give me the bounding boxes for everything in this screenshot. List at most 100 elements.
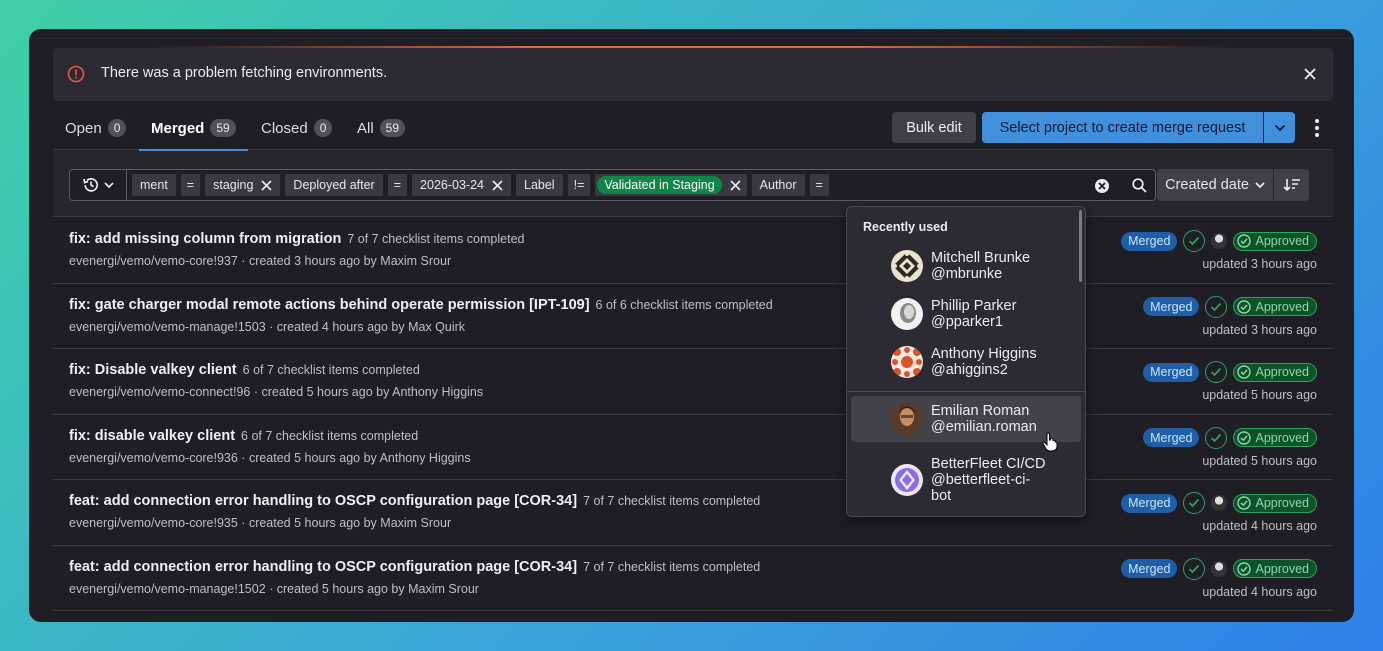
author-name: Phillip Parker [931,298,1017,314]
merge-request-status: Merged Approved [1143,295,1317,318]
close-icon[interactable] [261,179,272,191]
tab-label: Closed [261,119,308,137]
assignee-avatar[interactable] [1211,560,1228,577]
pipeline-passed-icon[interactable] [1183,230,1206,252]
close-icon[interactable] [1303,67,1317,81]
dropdown-divider [847,391,1085,392]
filter-bar: ment = staging Deployed after = 2026-03-… [53,151,1333,217]
token-environment-key[interactable]: ment [132,174,176,196]
chevron-down-icon [104,181,114,188]
checklist-status: 7 of 7 checklist items completed [583,494,761,508]
merge-request-title-line: feat: add connection error handling to O… [69,493,760,509]
check-circle-icon [1237,299,1252,314]
merge-request-row: feat: add connection error handling to O… [53,480,1333,546]
author-option-text: BetterFleet CI/CD @betterfleet-ci- bot [931,456,1045,504]
author-handle-cont: bot [931,488,952,504]
merged-badge: Merged [1143,297,1200,316]
merge-request-status: Merged Approved [1121,492,1317,514]
approved-label: Approved [1255,496,1309,510]
merge-request-status: Merged Approved [1121,230,1317,252]
merge-request-meta: evenergi/vemo/vemo-manage!1503 · created… [69,319,466,334]
pipeline-passed-icon[interactable] [1205,295,1228,318]
merge-request-status: Merged Approved [1143,426,1317,449]
close-icon[interactable] [492,179,503,191]
assignee-avatar[interactable] [1211,233,1228,249]
author-option[interactable]: Mitchell Brunke @mbrunke [851,243,1081,289]
merge-request-title[interactable]: fix: gate charger modal remote actions b… [69,297,590,313]
sort-by-dropdown[interactable]: Created date [1157,169,1273,201]
author-option-text: Phillip Parker @pparker1 [931,298,1016,330]
author-option[interactable]: Phillip Parker @pparker1 [851,291,1081,337]
checklist-status: 6 of 7 checklist items completed [242,363,420,377]
checklist-status: 7 of 7 checklist items completed [583,559,761,574]
tab-count: 59 [210,119,236,137]
merged-badge: Merged [1121,493,1178,513]
user-avatar [891,250,923,282]
check-circle-icon [1237,496,1252,510]
author-handle: @pparker1 [931,314,1003,330]
merge-request-title[interactable]: fix: disable valkey client [69,428,235,444]
dropdown-header: Recently used [863,220,948,234]
merge-request-title[interactable]: fix: Disable valkey client [69,362,237,378]
token-label-key[interactable]: Label [516,174,563,196]
pipeline-passed-icon[interactable] [1205,426,1228,449]
token-deployed-after-key[interactable]: Deployed after [285,174,383,196]
pipeline-passed-icon[interactable] [1183,557,1206,580]
assignee-avatar[interactable] [1211,495,1228,511]
merge-request-title[interactable]: feat: add connection error handling to O… [69,559,577,575]
sort-descending-icon [1282,179,1300,192]
history-icon [83,178,99,192]
merge-request-meta: evenergi/vemo/vemo-connect!96 · created … [69,385,484,399]
token-operator: = [180,174,201,196]
updated-time: updated 5 hours ago [1202,388,1317,402]
alert-message: There was a problem fetching environment… [101,65,388,81]
author-handle: @betterfleet-ci- [931,472,1031,488]
merge-request-row: fix: disable valkey client 6 of 7 checkli… [53,415,1333,480]
author-option[interactable]: BetterFleet CI/CD @betterfleet-ci- bot [851,451,1081,509]
more-actions-button[interactable] [1307,116,1327,140]
sort-label: Created date [1165,177,1249,193]
author-handle: @mbrunke [931,266,1003,282]
clear-search-icon[interactable] [1094,178,1110,194]
tab-count: 0 [313,119,333,137]
sort-direction-button[interactable] [1274,169,1309,201]
check-circle-icon [1237,365,1252,379]
merged-badge: Merged [1121,231,1178,251]
user-avatar [891,403,923,435]
search-button[interactable] [1124,169,1156,201]
merge-request-status: Merged Approved [1143,361,1317,383]
tab-merged[interactable]: Merged 59 [139,106,248,151]
merge-request-status: Merged Approved [1121,557,1317,580]
updated-time: updated 3 hours ago [1202,322,1317,337]
tab-closed[interactable]: Closed 0 [249,106,344,150]
check-circle-icon [1237,561,1252,576]
updated-time: updated 4 hours ago [1202,584,1317,599]
create-options-toggle[interactable] [1264,112,1295,143]
recent-searches-button[interactable] [70,170,127,200]
merge-request-meta: evenergi/vemo/vemo-core!936 · created 5 … [69,450,471,465]
search-icon [1132,177,1147,193]
merge-request-row: feat: add connection error handling to O… [53,546,1333,611]
approved-badge: Approved [1233,493,1317,513]
pipeline-passed-icon[interactable] [1205,361,1228,383]
author-handle: @ahiggins2 [931,362,1008,378]
author-option[interactable]: Anthony Higgins @ahiggins2 [851,339,1081,385]
tab-open[interactable]: Open 0 [53,106,138,150]
tab-all[interactable]: All 59 [345,106,417,150]
close-icon[interactable] [730,179,741,191]
bulk-edit-button[interactable]: Bulk edit [892,112,976,143]
merge-request-title[interactable]: fix: add missing column from migration [69,231,341,247]
token-date-value[interactable]: 2026-03-24 [412,174,511,196]
updated-time: updated 5 hours ago [1202,453,1317,468]
token-label-value[interactable]: Validated in Staging [595,174,747,196]
merge-request-title[interactable]: feat: add connection error handling to O… [69,493,577,509]
create-merge-request-button[interactable]: Select project to create merge request [982,112,1263,143]
filtered-search-input[interactable]: ment = staging Deployed after = 2026-03-… [69,169,1132,201]
token-value-text: 2026-03-24 [420,178,484,192]
pipeline-passed-icon[interactable] [1183,492,1206,514]
checklist-status: 6 of 7 checklist items completed [241,428,419,443]
merge-request-meta: evenergi/vemo/vemo-manage!1502 · created… [69,581,479,596]
token-author-key[interactable]: Author [751,174,805,196]
author-option-text: Anthony Higgins @ahiggins2 [931,346,1037,378]
token-environment-value[interactable]: staging [205,174,281,196]
